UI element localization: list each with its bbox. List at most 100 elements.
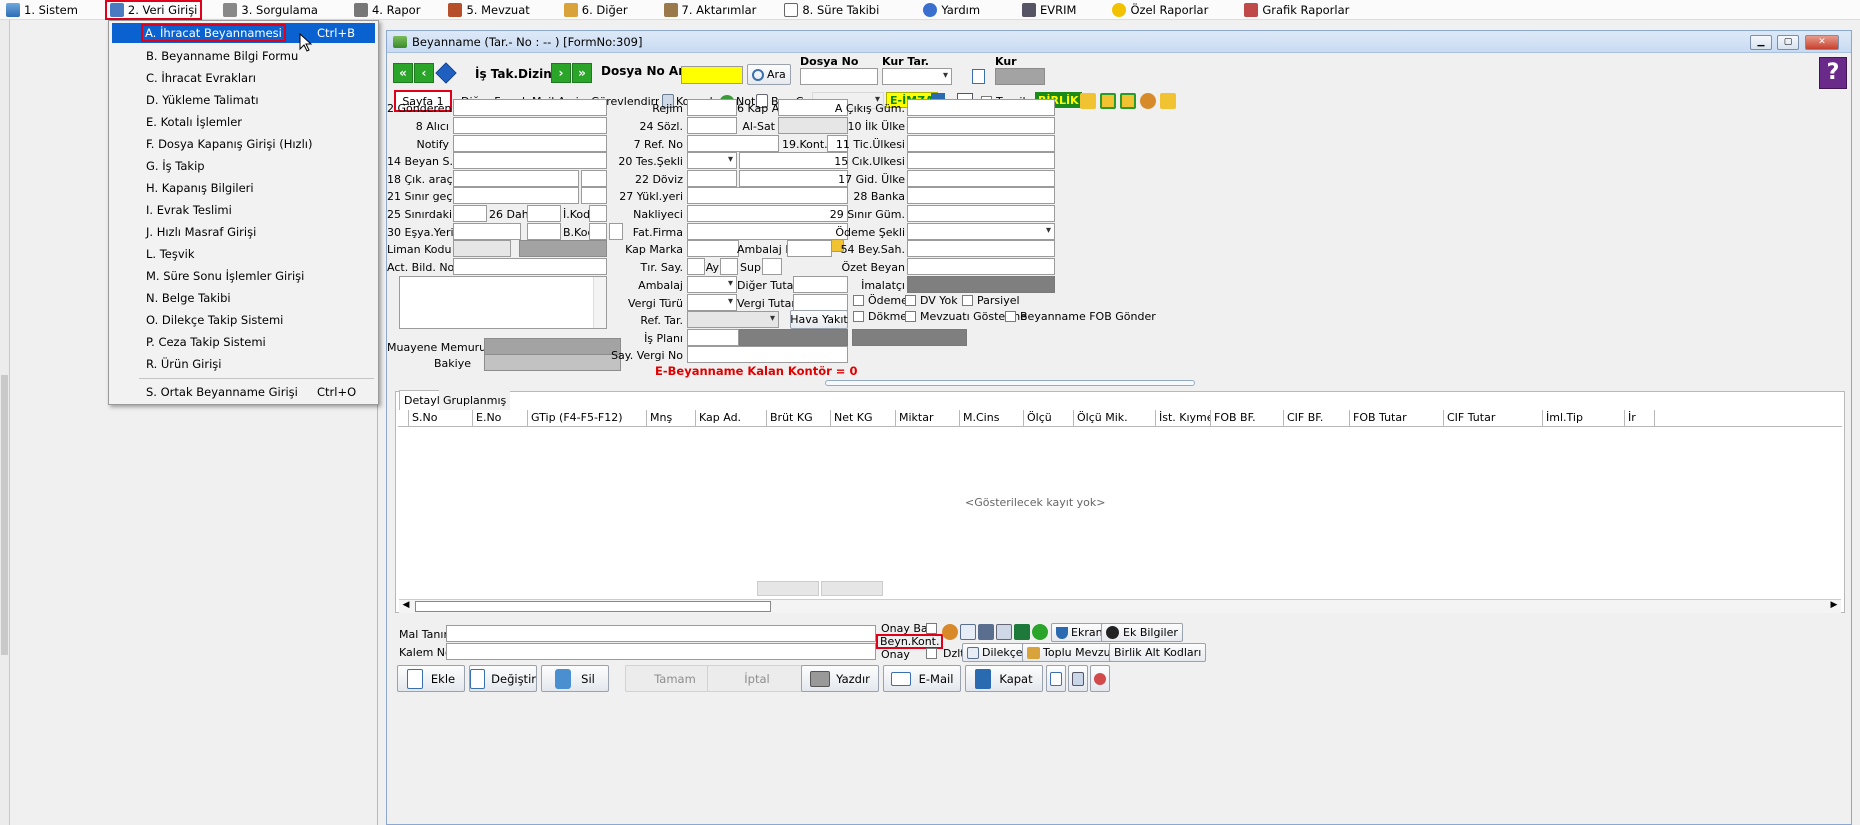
- users-icon[interactable]: [942, 624, 958, 640]
- banka-input[interactable]: [907, 187, 1055, 204]
- folder-down-icon[interactable]: [1120, 93, 1136, 109]
- ambalaj-no-input[interactable]: [787, 240, 832, 257]
- vergi-turu-combo[interactable]: [687, 294, 737, 311]
- menu-diger[interactable]: 6. Diğer: [560, 1, 632, 19]
- column-header[interactable]: S.No: [409, 410, 473, 426]
- dropdown-item-ortak-beyanname[interactable]: S. Ortak Beyanname Girişi Ctrl+O: [112, 382, 375, 402]
- scroll-right-icon[interactable]: ▶: [1827, 600, 1841, 613]
- column-header[interactable]: İml.Tip: [1543, 410, 1625, 426]
- menu-sistem[interactable]: 1. Sistem: [2, 1, 82, 19]
- dropdown-item[interactable]: I. Evrak Teslimi: [112, 200, 375, 220]
- fob-check[interactable]: [1005, 310, 1016, 322]
- last-record-button[interactable]: »: [572, 63, 592, 83]
- ek-bilgiler-button[interactable]: Ek Bilgiler: [1101, 623, 1183, 642]
- dropdown-item[interactable]: M. Süre Sonu İşlemler Girişi: [112, 266, 375, 286]
- kap-marka-input[interactable]: [687, 240, 739, 257]
- dokme-checkbox[interactable]: Dökme: [853, 308, 907, 324]
- column-header[interactable]: E.No: [473, 410, 528, 426]
- sinir-gum-input[interactable]: [907, 205, 1055, 222]
- a-cikis-gum-input[interactable]: [907, 99, 1055, 116]
- odeme-sekli-combo[interactable]: [907, 223, 1055, 240]
- dropdown-item[interactable]: H. Kapanış Bilgileri: [112, 178, 375, 198]
- beyn-kont-label[interactable]: Beyn.Kont.: [875, 634, 944, 649]
- menu-sure-takibi[interactable]: 8. Süre Takibi: [780, 1, 883, 19]
- rejim-input[interactable]: [687, 99, 737, 116]
- column-header[interactable]: Kap Ad.: [696, 410, 767, 426]
- menu-ozel-raporlar[interactable]: Özel Raporlar: [1108, 1, 1212, 19]
- dropdown-item-ihracat-beyannamesi[interactable]: A. İhracat Beyannamesi Ctrl+B: [112, 23, 375, 43]
- say-vergi-no-input[interactable]: [687, 346, 848, 363]
- onay-bas-check[interactable]: [926, 623, 937, 634]
- nakliyeci-input[interactable]: [687, 205, 848, 222]
- yazdir-button[interactable]: Yazdır: [801, 665, 879, 692]
- info-diamond-icon[interactable]: [435, 62, 457, 84]
- iptal-button[interactable]: İptal: [707, 665, 807, 692]
- column-header[interactable]: Net KG: [831, 410, 896, 426]
- left-scroll-thumb[interactable]: [1, 375, 8, 655]
- tes-sekli-combo[interactable]: [687, 152, 737, 169]
- column-header[interactable]: GTip (F4-F5-F12): [528, 410, 647, 426]
- ekran-button[interactable]: Ekran: [1051, 623, 1108, 642]
- sinirdaki-input[interactable]: [453, 205, 487, 222]
- extra-doc-button[interactable]: [1046, 665, 1066, 692]
- ara-button[interactable]: Ara: [747, 64, 791, 85]
- arrow-right-icon[interactable]: [1032, 624, 1048, 640]
- dropdown-item[interactable]: B. Beyanname Bilgi Formu: [112, 46, 375, 66]
- dahili-input[interactable]: [527, 205, 561, 222]
- gear-folder-icon[interactable]: [1140, 93, 1156, 109]
- gonderen-input[interactable]: [453, 99, 607, 116]
- degistir-button[interactable]: Değiştir: [469, 665, 537, 692]
- dilekce-button[interactable]: Dilekçe: [962, 643, 1028, 662]
- column-header[interactable]: Brüt KG: [767, 410, 831, 426]
- mal-tanimi-input[interactable]: [446, 625, 876, 642]
- folder-up-icon[interactable]: [1100, 93, 1116, 109]
- grid-hscrollbar[interactable]: ◀ ▶: [399, 599, 1841, 613]
- parsiyel-check[interactable]: [962, 294, 973, 306]
- calculator-icon[interactable]: [996, 624, 1012, 640]
- kalem-not-input[interactable]: [446, 643, 876, 660]
- doviz-input[interactable]: [687, 170, 737, 187]
- close-button[interactable]: ✕: [1805, 35, 1839, 50]
- sinir-gec-input[interactable]: [453, 187, 579, 204]
- menu-sorgulama[interactable]: 3. Sorgulama: [219, 1, 322, 19]
- help-question-icon[interactable]: ?: [1819, 57, 1847, 89]
- dv-yok-checkbox[interactable]: DV Yok: [905, 292, 958, 308]
- mevzuati-check[interactable]: [905, 310, 916, 322]
- column-header[interactable]: FOB Tutar: [1350, 410, 1444, 426]
- doc-icon[interactable]: [960, 624, 976, 640]
- maximize-button[interactable]: ▢: [1777, 35, 1799, 50]
- ay-input[interactable]: [720, 258, 738, 275]
- sozl-input[interactable]: [687, 117, 737, 134]
- kur-tar-combo[interactable]: [882, 68, 952, 85]
- menu-grafik-raporlar[interactable]: Grafik Raporlar: [1240, 1, 1353, 19]
- column-header[interactable]: Mnş: [647, 410, 696, 426]
- menu-evrim[interactable]: EVRIM: [1018, 1, 1080, 19]
- ilk-ulke-input[interactable]: [907, 117, 1055, 134]
- menu-yardim[interactable]: Yardım: [919, 1, 984, 19]
- menu-veri-girisi[interactable]: 2. Veri Girişi: [104, 0, 203, 20]
- dosya-no-ara-input[interactable]: [681, 66, 743, 84]
- kur-calendar-icon[interactable]: [972, 69, 985, 84]
- sil-button[interactable]: Sil: [541, 665, 609, 692]
- parsiyel-checkbox[interactable]: Parsiyel: [962, 292, 1020, 308]
- sup-input[interactable]: [762, 258, 782, 275]
- open-folder-icon[interactable]: [1160, 93, 1176, 109]
- fat-firma-input[interactable]: [687, 223, 848, 240]
- next-record-button[interactable]: ›: [551, 63, 571, 83]
- cik-arac-input[interactable]: [453, 170, 579, 187]
- sinir-gec-code[interactable]: [581, 187, 607, 204]
- grid-hscroll-thumb[interactable]: [415, 601, 771, 612]
- dropdown-item[interactable]: F. Dosya Kapanış Girişi (Hızlı): [112, 134, 375, 154]
- left-collapse-strip[interactable]: [0, 20, 10, 825]
- prev-record-button[interactable]: ‹: [414, 63, 434, 83]
- column-header[interactable]: CIF BF.: [1284, 410, 1350, 426]
- menu-mevzuat[interactable]: 5. Mevzuat: [444, 1, 533, 19]
- yukl-yeri-input[interactable]: [687, 187, 848, 204]
- act-bild-no-input[interactable]: [453, 258, 607, 275]
- extra-list-button[interactable]: [1068, 665, 1088, 692]
- email-button[interactable]: E-Mail: [883, 665, 961, 692]
- esya-yeri-input[interactable]: [453, 223, 521, 240]
- ref-tar-combo[interactable]: [687, 311, 779, 328]
- tir-say-input[interactable]: [687, 258, 705, 275]
- column-header[interactable]: İst. Kıymet: [1156, 410, 1211, 426]
